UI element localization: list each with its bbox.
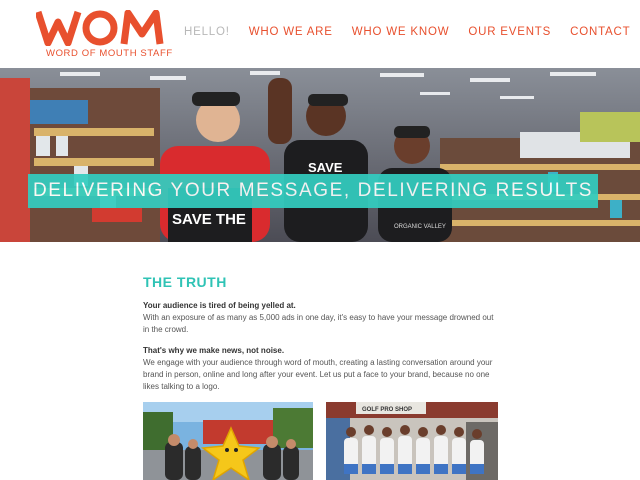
- main-nav: HELLO! WHO WE ARE WHO WE KNOW OUR EVENTS…: [184, 26, 640, 38]
- shirt-text-1: SAVE THE: [172, 211, 246, 228]
- section-title: THE TRUTH: [143, 274, 227, 290]
- main-content: THE TRUTH Your audience is tired of bein…: [143, 274, 498, 402]
- shirt-text-3: ORGANIC VALLEY: [394, 224, 446, 230]
- nav-item-contact[interactable]: CONTACT: [570, 26, 630, 38]
- hero-photo: SAVE THE SAVE ORGANIC VALLEY: [0, 68, 640, 242]
- golf-sign-text: GOLF PRO SHOP: [362, 407, 412, 413]
- nav-item-our-events[interactable]: OUR EVENTS: [468, 26, 551, 38]
- nav-item-who-we-are[interactable]: WHO WE ARE: [249, 26, 333, 38]
- hero-banner: DELIVERING YOUR MESSAGE, DELIVERING RESU…: [28, 174, 598, 208]
- event-photo-1[interactable]: [143, 402, 313, 480]
- logo-tagline: WORD OF MOUTH STAFF: [46, 48, 173, 59]
- nav-item-hello[interactable]: HELLO!: [184, 26, 230, 38]
- logo[interactable]: WORD OF MOUTH STAFF: [36, 10, 172, 59]
- paragraph-2-body: We engage with your audience through wor…: [143, 358, 493, 391]
- hero-banner-text: DELIVERING YOUR MESSAGE, DELIVERING RESU…: [32, 180, 594, 201]
- shirt-text-2: SAVE: [308, 160, 343, 175]
- site-header: WORD OF MOUTH STAFF HELLO! WHO WE ARE WH…: [0, 0, 640, 68]
- paragraph-2-heading: That's why we make news, not noise.: [143, 346, 285, 355]
- paragraph-1-heading: Your audience is tired of being yelled a…: [143, 301, 296, 310]
- hero-section: SAVE THE SAVE ORGANIC VALLEY DELIVERING …: [0, 68, 640, 242]
- nav-item-who-we-know[interactable]: WHO WE KNOW: [352, 26, 450, 38]
- event-photo-2-image: GOLF PRO SHOP: [326, 402, 498, 480]
- event-photo-2[interactable]: GOLF PRO SHOP: [326, 402, 498, 480]
- logo-wordmark: [36, 10, 164, 46]
- event-photo-1-image: [143, 402, 313, 480]
- paragraph-1-body: With an exposure of as many as 5,000 ads…: [143, 313, 494, 334]
